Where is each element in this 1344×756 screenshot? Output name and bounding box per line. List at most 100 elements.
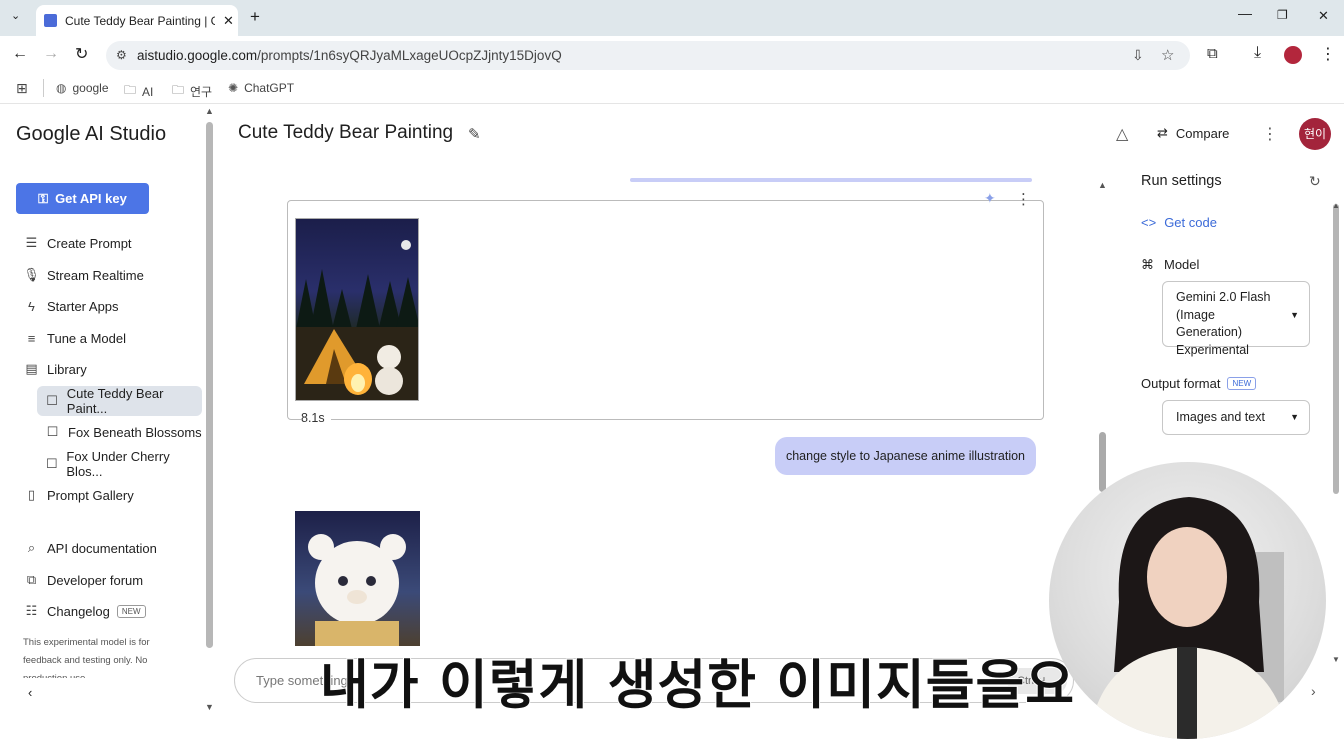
library-item-teddy-bear[interactable]: ☐ Cute Teddy Bear Paint... (37, 386, 202, 416)
bookmark-google[interactable]: ◍ google (56, 81, 109, 95)
library-item-fox-cherry[interactable]: ☐ Fox Under Cherry Blos... (37, 449, 202, 479)
profile-avatar[interactable] (1284, 46, 1302, 64)
bookmark-star-icon[interactable]: ☆ (1161, 41, 1174, 70)
edit-title-icon[interactable]: ✎ (468, 125, 481, 143)
bookmark-label: google (72, 81, 109, 95)
get-code-link[interactable]: <> Get code (1141, 215, 1217, 230)
window-close-icon[interactable]: ✕ (1318, 8, 1329, 24)
presenter-webcam (1049, 462, 1326, 739)
collapse-sidebar-icon[interactable]: ‹ (28, 685, 32, 700)
browser-tab-bar: ⌄ Cute Teddy Bear Painting | Go ✕ + — ❐ … (0, 0, 1344, 36)
nav-changelog[interactable]: ☷ Changelog NEW (16, 596, 202, 626)
bookmark-ai-folder[interactable]: 🗀 AI (124, 81, 153, 102)
nav-prompt-gallery[interactable]: ▯ Prompt Gallery (16, 480, 202, 510)
restore-icon[interactable]: ❐ (1277, 8, 1288, 22)
new-tab-icon[interactable]: + (250, 7, 260, 27)
scroll-down-icon[interactable]: ▼ (205, 702, 214, 712)
nav-label: Create Prompt (47, 235, 132, 251)
nav-api-documentation[interactable]: ⌕ API documentation (16, 533, 202, 563)
bookmarks-bar: ⊞ ◍ google 🗀 AI 🗀 연구 ✺ ChatGPT (0, 74, 1344, 104)
settings-scroll-down-icon[interactable]: ▼ (1332, 655, 1340, 664)
user-avatar[interactable]: 현이 (1299, 118, 1331, 150)
tab-title: Cute Teddy Bear Painting | Go (65, 13, 215, 28)
disclaimer-text: This experimental model is for feedback … (23, 637, 150, 678)
model-select[interactable]: Gemini 2.0 Flash (Image Generation) Expe… (1162, 281, 1310, 357)
nav-starter-apps[interactable]: ϟ Starter Apps (16, 291, 202, 321)
reset-settings-icon[interactable]: ↻ (1309, 173, 1321, 190)
reload-icon[interactable]: ↻ (75, 44, 88, 64)
output-format-select[interactable]: Images and text ▼ (1162, 400, 1310, 435)
back-icon[interactable]: ← (12, 45, 28, 63)
sidebar-scrollbar[interactable] (206, 122, 213, 648)
minimize-icon[interactable]: — (1238, 5, 1252, 21)
address-bar[interactable]: ⚙ aistudio.google.com/prompts/1n6syQRJya… (106, 41, 1190, 70)
nav-label: Tune a Model (47, 330, 127, 346)
get-code-label: Get code (1164, 215, 1217, 230)
library-item-fox-blossoms[interactable]: ☐ Fox Beneath Blossoms (37, 417, 202, 447)
nav-label: Starter Apps (47, 298, 119, 314)
extensions-icon[interactable]: ⧉ (1207, 45, 1218, 62)
browser-tab[interactable]: Cute Teddy Bear Painting | Go ✕ (36, 5, 238, 36)
compare-button[interactable]: ⇄ Compare (1157, 125, 1229, 141)
nav-library[interactable]: ▤ Library (16, 354, 202, 384)
chat-scroll-up-icon[interactable]: ▲ (1098, 180, 1107, 190)
bookmark-label: AI (142, 84, 154, 99)
new-badge: NEW (1227, 377, 1257, 390)
code-icon: <> (1141, 215, 1157, 230)
bookmarks-divider (43, 79, 44, 97)
response-menu-icon[interactable]: ⋮ (1016, 190, 1031, 208)
install-app-icon[interactable]: ⇩ (1132, 41, 1144, 70)
microphone-icon: 🎙 (23, 267, 40, 282)
drive-icon[interactable]: △ (1116, 124, 1128, 144)
chat-icon: ☐ (45, 456, 58, 471)
tab-close-icon[interactable]: ✕ (223, 13, 234, 29)
downloads-icon[interactable]: ⤓ (1254, 44, 1261, 62)
bookmark-research-folder[interactable]: 🗀 연구 (172, 81, 212, 102)
model-select-value: Gemini 2.0 Flash (Image Generation) Expe… (1176, 290, 1271, 357)
dropdown-arrow-icon: ▼ (1290, 412, 1299, 422)
document-search-icon: ⌕ (27, 540, 36, 555)
sparkle-icon: ✦ (984, 190, 996, 206)
tab-list-chevron-icon[interactable]: ⌄ (11, 9, 20, 22)
site-info-icon[interactable]: ⚙ (116, 41, 127, 70)
nav-label: Stream Realtime (47, 267, 144, 283)
library-item-label: Fox Under Cherry Blos... (66, 449, 170, 479)
nav-label: Prompt Gallery (47, 487, 134, 503)
expand-panel-icon[interactable]: › (1311, 683, 1316, 699)
changelog-icon: ☷ (25, 603, 38, 618)
forward-icon[interactable]: → (43, 45, 59, 63)
library-item-label: Cute Teddy Bear Paint... (66, 386, 164, 416)
chat-icon: ☐ (46, 393, 58, 408)
chat-scrollbar[interactable] (1099, 432, 1106, 492)
compare-icon: ⇄ (1157, 125, 1168, 140)
url-domain: aistudio.google.com (137, 48, 258, 63)
generated-image-camping-bear[interactable] (295, 218, 419, 401)
key-icon: ⚿ (38, 190, 49, 206)
more-options-icon[interactable]: ⋮ (1262, 124, 1278, 144)
generated-image-anime-bear[interactable] (295, 511, 420, 646)
bookmark-label: 연구 (190, 85, 213, 99)
bolt-icon: ϟ (28, 298, 35, 314)
ai-studio-favicon-icon (44, 14, 57, 27)
nav-developer-forum[interactable]: ⧉ Developer forum (16, 565, 202, 595)
settings-scroll-up-icon[interactable]: ▲ (1332, 201, 1340, 210)
get-api-key-button[interactable]: ⚿ Get API key (16, 183, 149, 214)
library-item-label: Fox Beneath Blossoms (68, 424, 202, 440)
video-subtitle: 내가 이렇게 생성한 이미지들을요 (319, 654, 1075, 717)
nav-tune-model[interactable]: ≡ Tune a Model (16, 323, 202, 353)
settings-scrollbar[interactable] (1333, 204, 1339, 494)
nav-stream-realtime[interactable]: 🎙 Stream Realtime (16, 260, 202, 290)
url-path: /prompts/1n6syQRJyaMLxageUOcpZJjnty15Djo… (257, 48, 562, 63)
forum-icon: ⧉ (26, 572, 37, 587)
browser-menu-icon[interactable]: ⋮ (1320, 44, 1336, 64)
bookmark-chatgpt[interactable]: ✺ ChatGPT (228, 81, 294, 95)
chat-icon: ☐ (46, 424, 59, 439)
apps-grid-icon[interactable]: ⊞ (16, 80, 28, 97)
globe-icon: ◍ (56, 81, 67, 95)
nav-create-prompt[interactable]: ☰ Create Prompt (16, 228, 202, 258)
app-brand: Google AI Studio (16, 123, 167, 145)
sidebar: Google AI Studio ⚿ Get API key ☰ Create P… (0, 105, 217, 712)
scroll-up-icon[interactable]: ▲ (205, 106, 214, 116)
nav-label: Library (47, 361, 87, 377)
page-title: Cute Teddy Bear Painting (238, 122, 454, 143)
